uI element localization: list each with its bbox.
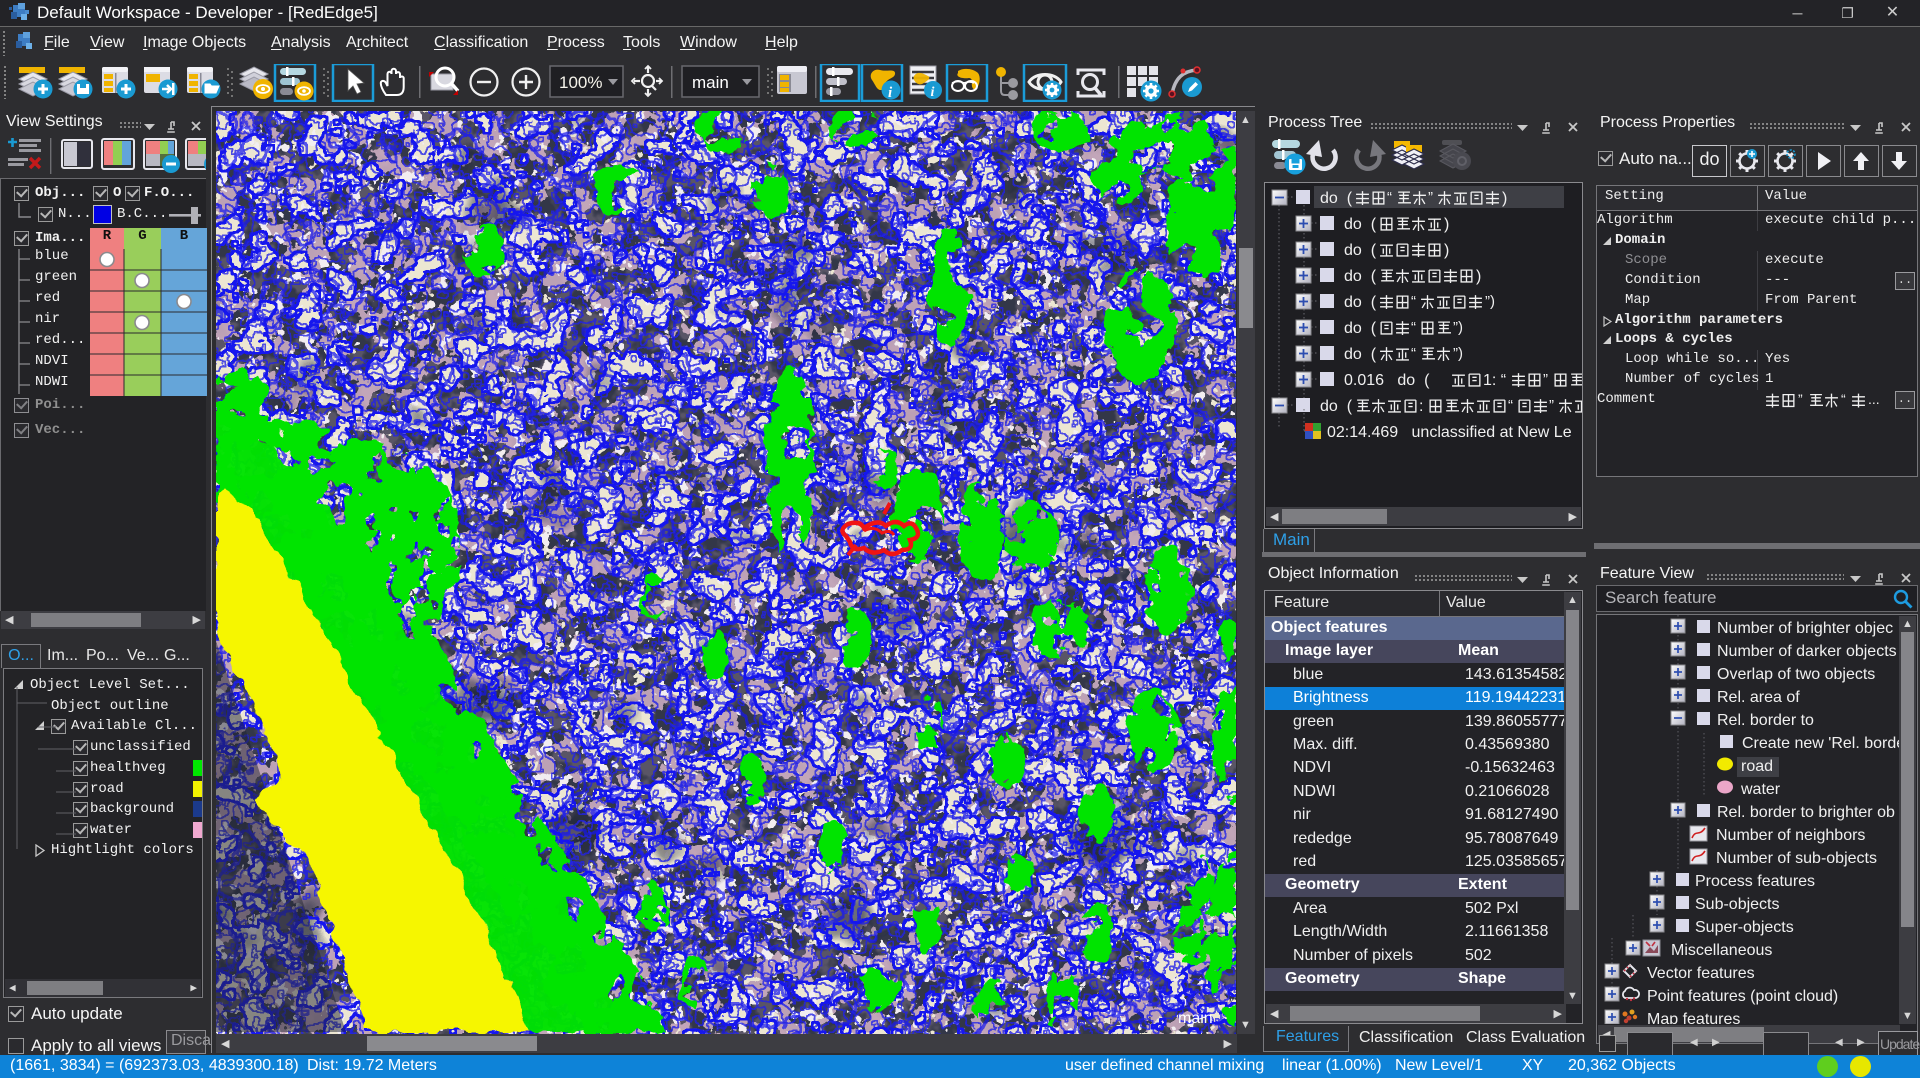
svg-text:1: “: 1: “: [1483, 372, 1506, 389]
svg-text:“: “: [1841, 391, 1846, 407]
svg-text:”: ”: [1549, 397, 1554, 414]
svg-text:Number of darker objects: Number of darker objects: [1717, 643, 1897, 660]
svg-text:): ): [1444, 216, 1449, 233]
svg-text:Number of brighter objec: Number of brighter objec: [1717, 620, 1893, 637]
svg-text:Process features: Process features: [1695, 873, 1815, 890]
svg-text:”: ”: [1428, 189, 1433, 206]
svg-text:Map features: Map features: [1647, 1011, 1740, 1024]
svg-text::: :: [1419, 398, 1423, 415]
svg-text:Sub-objects: Sub-objects: [1695, 896, 1780, 913]
svg-text:do (: do (: [1344, 268, 1377, 285]
svg-text:Overlap of two objects: Overlap of two objects: [1717, 666, 1875, 683]
svg-text:Rel. border to: Rel. border to: [1717, 712, 1814, 729]
svg-text:do (: do (: [1320, 190, 1353, 207]
svg-text:do (: do (: [1344, 242, 1377, 259]
svg-text:100%: 100%: [559, 73, 602, 92]
svg-text:”: ”: [1798, 391, 1803, 407]
svg-text:i: i: [931, 85, 935, 100]
svg-text:”): ”): [1453, 345, 1463, 362]
svg-text:Number of sub-objects: Number of sub-objects: [1716, 850, 1877, 867]
svg-text:): ): [1444, 242, 1449, 259]
svg-text:do (: do (: [1344, 346, 1377, 363]
svg-text:do (: do (: [1320, 398, 1353, 415]
svg-text:Number of neighbors: Number of neighbors: [1716, 827, 1865, 844]
svg-text:Point features (point cloud): Point features (point cloud): [1647, 988, 1838, 1005]
svg-text:road: road: [1741, 758, 1773, 775]
svg-text:...: ...: [1868, 391, 1880, 407]
svg-text:Miscellaneous: Miscellaneous: [1671, 942, 1772, 959]
svg-text:Super-objects: Super-objects: [1695, 919, 1794, 936]
svg-text:do (: do (: [1344, 320, 1377, 337]
svg-text:do (: do (: [1344, 294, 1377, 311]
svg-text:“: “: [1508, 397, 1513, 414]
svg-text:“: “: [1411, 345, 1416, 362]
svg-text:Rel. border to brighter ob: Rel. border to brighter ob: [1717, 804, 1895, 821]
svg-text:”): ”): [1453, 319, 1463, 336]
svg-text:Create new 'Rel. borde: Create new 'Rel. borde: [1742, 735, 1899, 752]
svg-text:Rel. area of: Rel. area of: [1717, 689, 1800, 706]
svg-text:0.016 do (: 0.016 do (: [1344, 372, 1430, 389]
svg-text:Vector features: Vector features: [1647, 965, 1755, 982]
svg-text:water: water: [1740, 781, 1781, 798]
svg-text:main: main: [1178, 1010, 1213, 1027]
svg-text:”): ”): [1485, 293, 1495, 310]
svg-text:”: ”: [1543, 371, 1548, 388]
svg-text:do (: do (: [1344, 216, 1377, 233]
svg-text:02:14.469 unclassified at Ne: 02:14.469 unclassified at New Le: [1327, 424, 1572, 441]
svg-text:): ): [1476, 268, 1481, 285]
svg-text:): ): [1502, 190, 1507, 207]
svg-text:main: main: [692, 73, 729, 92]
svg-text:“: “: [1387, 189, 1392, 206]
svg-text:“: “: [1411, 319, 1416, 336]
svg-text:“: “: [1411, 293, 1416, 310]
